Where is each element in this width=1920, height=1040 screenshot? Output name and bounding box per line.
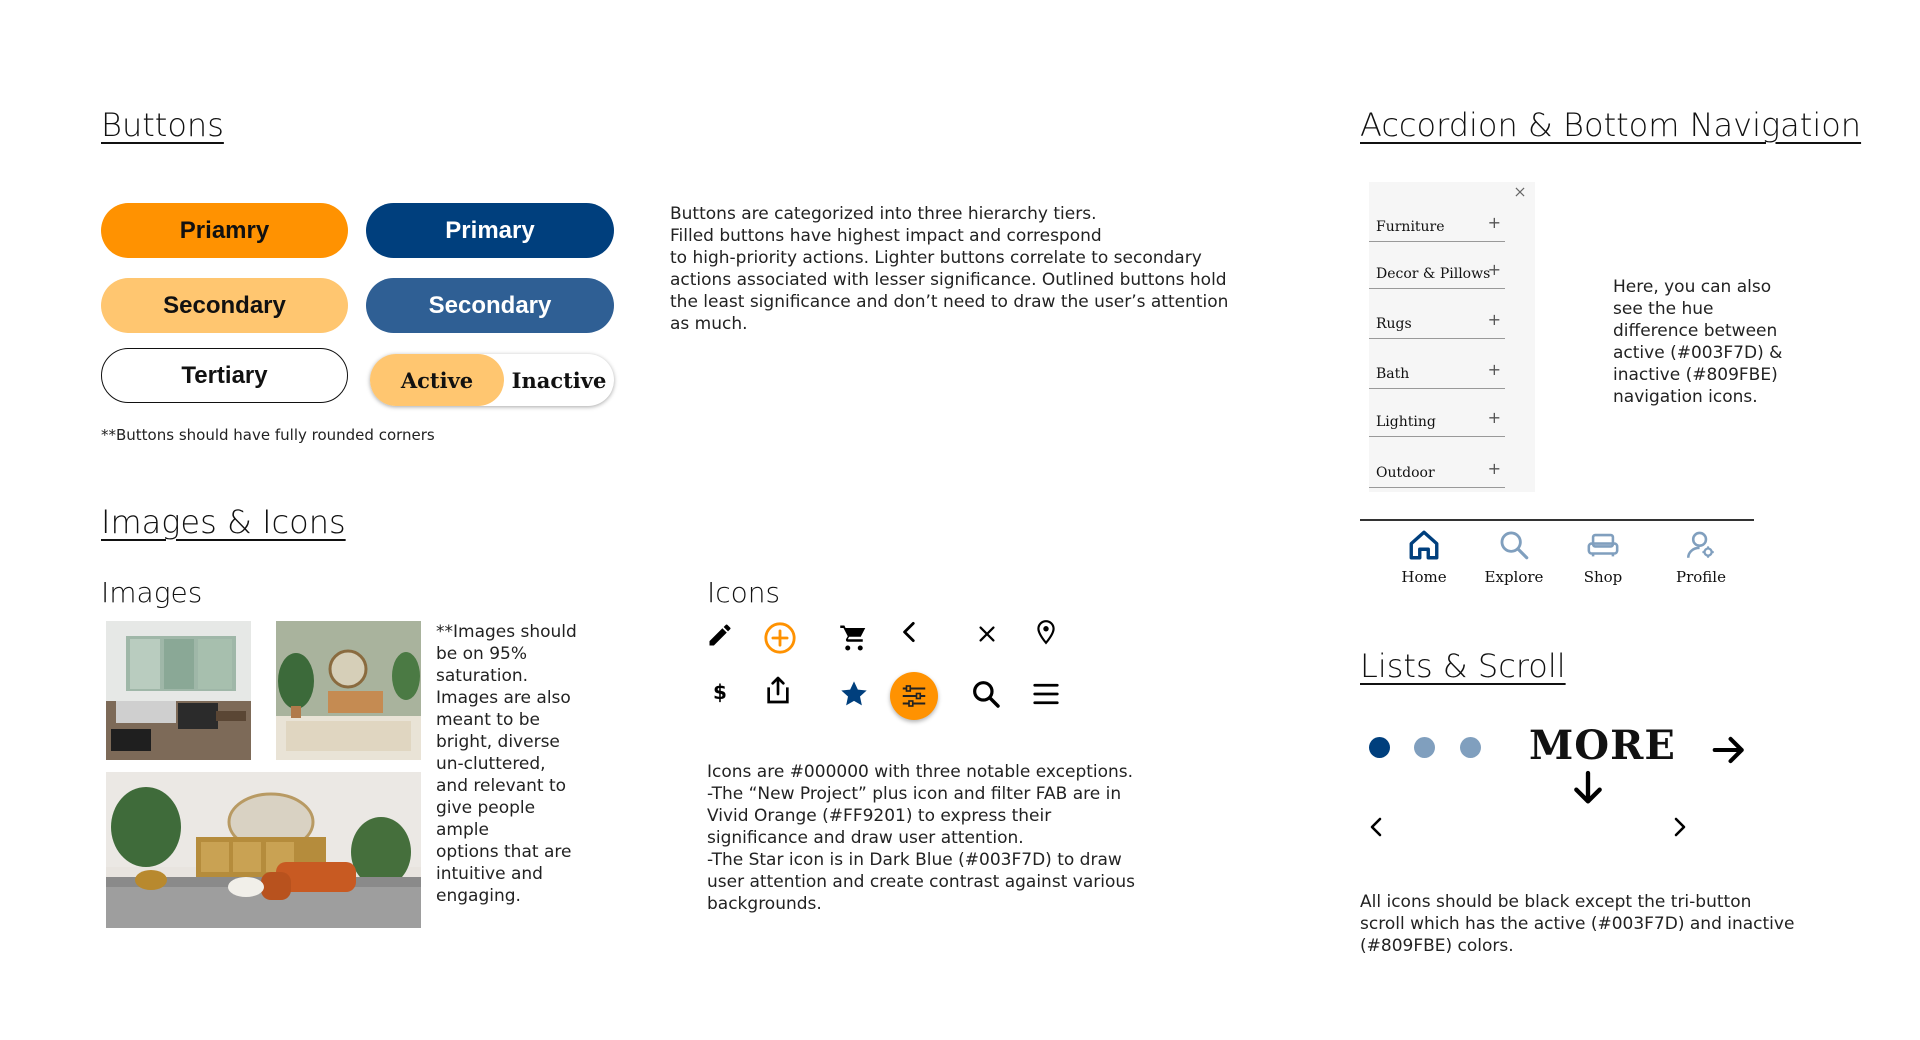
lists-scroll-heading: Lists & Scroll xyxy=(1360,647,1566,685)
accordion-item-outdoor[interactable]: Outdoor + xyxy=(1369,446,1505,488)
arrow-down-icon[interactable] xyxy=(1568,768,1608,812)
share-icon[interactable] xyxy=(758,670,798,710)
accordion-item-label: Rugs xyxy=(1376,316,1412,332)
accordion-nav-heading: Accordion & Bottom Navigation xyxy=(1360,106,1862,144)
living-room-photo-1 xyxy=(106,621,251,760)
home-icon xyxy=(1409,530,1439,560)
accordion-item-label: Decor & Pillows xyxy=(1376,266,1491,282)
nav-item-shop[interactable]: Shop xyxy=(1563,528,1643,588)
buttons-heading: Buttons xyxy=(101,106,224,144)
scroll-dot-active[interactable] xyxy=(1369,737,1390,758)
nav-item-explore[interactable]: Explore xyxy=(1474,528,1554,588)
tertiary-button[interactable]: Tertiary xyxy=(101,348,348,403)
images-note: **Images should be on 95% saturation. Im… xyxy=(436,622,577,906)
nav-label: Shop xyxy=(1583,568,1623,586)
secondary-orange-button[interactable]: Secondary xyxy=(101,278,348,333)
accordion-close-icon[interactable] xyxy=(1513,184,1529,200)
profile-icon xyxy=(1686,531,1714,558)
accordion-item-label: Furniture xyxy=(1376,219,1445,235)
accordion-item-bath[interactable]: Bath + xyxy=(1369,347,1505,389)
menu-icon[interactable] xyxy=(1026,674,1066,714)
accordion-item-label: Bath xyxy=(1376,366,1410,382)
dollar-icon[interactable]: $ xyxy=(700,672,740,712)
accordion-item-rugs[interactable]: Rugs + xyxy=(1369,297,1505,339)
nav-item-home[interactable]: Home xyxy=(1384,528,1464,588)
toggle-active-option[interactable]: Active xyxy=(370,354,504,406)
accordion-item-label: Outdoor xyxy=(1376,465,1435,481)
primary-orange-button[interactable]: Priamry xyxy=(101,203,348,258)
nav-item-profile[interactable]: Profile xyxy=(1661,528,1741,588)
living-room-photo-3 xyxy=(106,772,421,928)
plus-icon: + xyxy=(1487,213,1501,232)
location-pin-icon[interactable] xyxy=(1026,612,1066,652)
plus-circle-icon[interactable] xyxy=(760,618,800,658)
plus-icon: + xyxy=(1487,360,1501,379)
chevron-right-icon[interactable] xyxy=(1667,814,1691,844)
scroll-dot-inactive[interactable] xyxy=(1460,737,1481,758)
search-icon xyxy=(1500,531,1529,560)
accordion-item-decor[interactable]: Decor & Pillows + xyxy=(1369,247,1505,289)
living-room-photo-2 xyxy=(276,621,421,760)
plus-icon: + xyxy=(1487,310,1501,329)
toggle-inactive-option[interactable]: Inactive xyxy=(504,354,614,406)
lists-note: All icons should be black except the tri… xyxy=(1360,892,1795,956)
filter-fab-icon[interactable] xyxy=(890,672,938,720)
chevron-left-icon[interactable] xyxy=(1365,814,1389,844)
svg-text:$: $ xyxy=(713,680,727,704)
accordion-item-label: Lighting xyxy=(1376,414,1436,430)
images-heading: Images xyxy=(101,576,203,609)
icons-heading: Icons xyxy=(707,576,781,609)
sofa-icon xyxy=(1587,533,1619,557)
nav-label: Home xyxy=(1401,568,1447,586)
plus-icon: + xyxy=(1487,260,1501,279)
secondary-blue-button[interactable]: Secondary xyxy=(366,278,614,333)
accordion-item-lighting[interactable]: Lighting + xyxy=(1369,395,1505,437)
pencil-icon[interactable] xyxy=(700,615,740,655)
images-icons-heading: Images & Icons xyxy=(101,503,346,541)
close-icon[interactable] xyxy=(967,614,1007,654)
accordion-note: Here, you can also see the hue differenc… xyxy=(1613,277,1783,407)
buttons-note: **Buttons should have fully rounded corn… xyxy=(101,426,435,444)
star-icon[interactable] xyxy=(834,674,874,714)
plus-icon: + xyxy=(1487,408,1501,427)
buttons-description: Buttons are categorized into three hiera… xyxy=(670,204,1229,334)
chevron-left-icon[interactable] xyxy=(890,612,930,652)
bottom-nav-divider xyxy=(1360,519,1754,521)
icons-note: Icons are #000000 with three notable exc… xyxy=(707,762,1135,914)
cart-icon[interactable] xyxy=(834,618,874,658)
accordion-panel: Furniture + Decor & Pillows + Rugs + Bat… xyxy=(1369,182,1535,492)
search-icon[interactable] xyxy=(966,674,1006,714)
plus-icon: + xyxy=(1487,459,1501,478)
nav-label: Profile xyxy=(1676,568,1726,586)
nav-label: Explore xyxy=(1484,568,1544,586)
active-inactive-toggle[interactable]: Active Inactive xyxy=(370,354,614,406)
scroll-dot-inactive[interactable] xyxy=(1414,737,1435,758)
arrow-right-icon[interactable] xyxy=(1706,731,1752,773)
more-label[interactable]: MORE xyxy=(1529,722,1676,769)
accordion-item-furniture[interactable]: Furniture + xyxy=(1369,200,1505,242)
primary-blue-button[interactable]: Primary xyxy=(366,203,614,258)
